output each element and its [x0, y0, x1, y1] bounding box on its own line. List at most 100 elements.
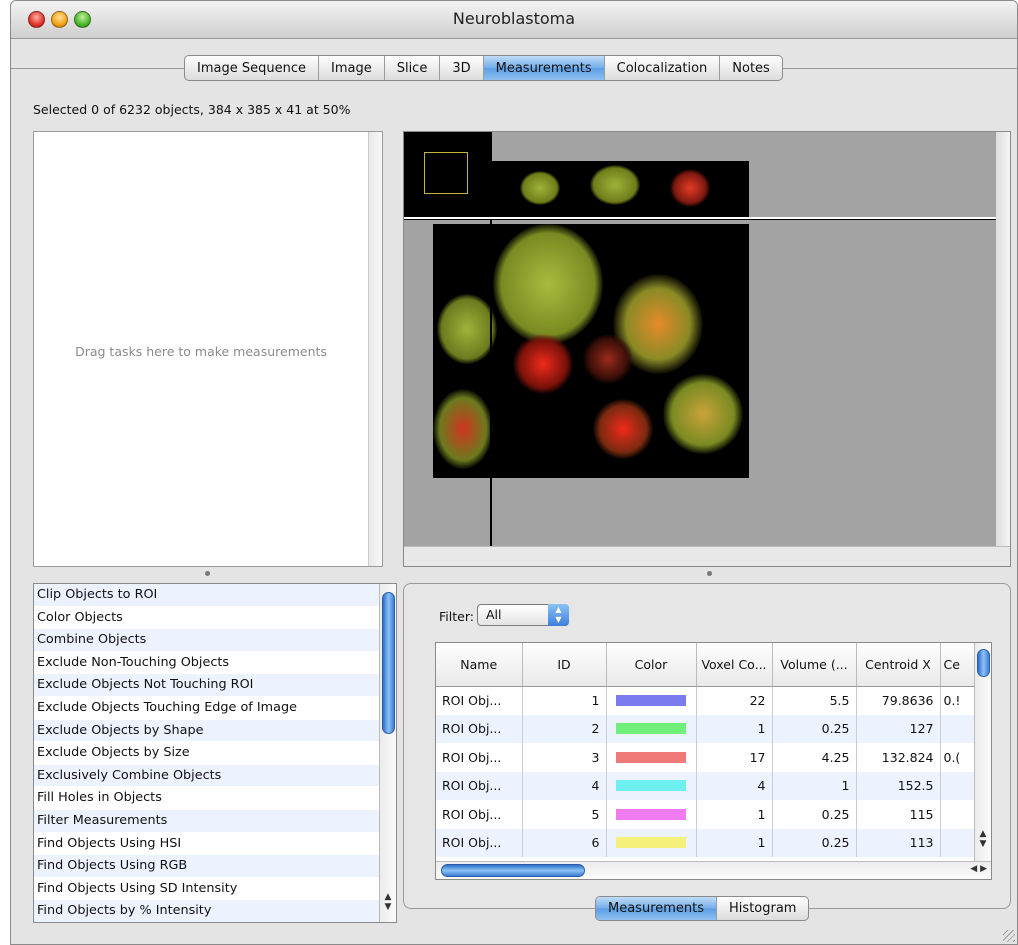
column-header-centroid-y[interactable]: Ce	[940, 643, 975, 687]
crosshair-horizontal-shadow	[404, 219, 1010, 220]
task-item[interactable]: Combine Objects	[34, 629, 396, 652]
drop-zone-hint: Drag tasks here to make measurements	[75, 344, 327, 359]
color-swatch	[616, 723, 686, 735]
filter-select[interactable]: All ▲ ▼	[477, 604, 569, 626]
column-header-color[interactable]: Color	[606, 643, 697, 687]
measurements-table: Name ID Color Voxel Co... Volume (... Ce…	[435, 642, 992, 880]
task-item[interactable]: Exclude Objects by Size	[34, 742, 396, 765]
cell-name: ROI Obj...	[436, 771, 523, 800]
task-list-items: Clip Objects to ROI Color Objects Combin…	[34, 584, 396, 922]
table-horizontal-scrollbar[interactable]: ◀ ▶	[436, 861, 991, 879]
cell-name: ROI Obj...	[436, 686, 523, 715]
cell-centroid-y: 0.(	[940, 743, 975, 772]
tab-3d[interactable]: 3D	[440, 56, 484, 80]
task-item[interactable]: Exclusively Combine Objects	[34, 764, 396, 788]
task-item[interactable]: Find Objects Using HSI	[34, 833, 396, 856]
tab-image[interactable]: Image	[319, 56, 385, 80]
task-item[interactable]: Color Objects	[34, 607, 396, 630]
task-list-scroll-arrows[interactable]: ▲ ▼	[380, 892, 396, 922]
cell-color	[606, 828, 697, 857]
cell-voxel-count: 1	[696, 800, 773, 829]
task-item[interactable]: Find Objects Using RGB	[34, 855, 396, 878]
cell-voxel-count: 1	[696, 714, 773, 743]
segment-measurements[interactable]: Measurements	[596, 897, 718, 920]
table-horizontal-scroll-thumb[interactable]	[441, 864, 585, 877]
tab-slice[interactable]: Slice	[385, 56, 441, 80]
table-vertical-scroll-arrows[interactable]: ▲ ▼	[975, 829, 991, 859]
column-header-name[interactable]: Name	[436, 643, 523, 687]
view-mode-segmented-control: Measurements Histogram	[595, 896, 810, 921]
cell-id: 5	[522, 800, 607, 829]
task-item[interactable]: Exclude Non-Touching Objects	[34, 652, 396, 675]
table-row[interactable]: ROI Obj... 1 22 5.5 79.8636 0.!	[436, 686, 975, 715]
cell-centroid-y: 0.!	[940, 686, 975, 715]
cell-color	[606, 800, 697, 829]
cell-name: ROI Obj...	[436, 743, 523, 772]
task-list-scrollbar[interactable]: ▲ ▼	[379, 584, 396, 922]
viewer-horizontal-scrollbar[interactable]	[404, 546, 1010, 566]
cell-voxel-count: 17	[696, 743, 773, 772]
crosshair-vertical[interactable]	[490, 132, 492, 566]
filter-select-value: All	[486, 607, 502, 622]
cell-volume: 0.25	[772, 828, 857, 857]
table-row[interactable]: ROI Obj... 5 1 0.25 115	[436, 800, 975, 829]
table-row[interactable]: ROI Obj... 4 4 1 152.5	[436, 771, 975, 800]
segment-histogram[interactable]: Histogram	[717, 897, 808, 920]
task-item[interactable]: Find Objects by % Intensity	[34, 900, 396, 922]
image-slice-view[interactable]	[433, 224, 749, 478]
cell-centroid-y	[940, 828, 975, 857]
cell-id: 2	[522, 714, 607, 743]
task-item[interactable]: Filter Measurements	[34, 809, 396, 833]
task-list-scroll-thumb[interactable]	[382, 592, 395, 734]
drop-zone-scrollbar[interactable]	[368, 132, 382, 566]
resize-grip-icon[interactable]	[1003, 930, 1015, 942]
column-header-volume[interactable]: Volume (...	[772, 643, 857, 687]
table-horizontal-scroll-arrows[interactable]: ◀ ▶	[970, 864, 987, 874]
image-top-strip	[490, 161, 749, 217]
color-swatch	[616, 695, 686, 706]
filter-label: Filter:	[439, 609, 474, 624]
measurement-drop-zone[interactable]: Drag tasks here to make measurements	[33, 131, 383, 567]
cell-volume: 4.25	[772, 743, 857, 772]
cell-centroid-y	[940, 771, 975, 800]
select-arrows-icon: ▲ ▼	[548, 604, 569, 626]
table-vertical-scrollbar[interactable]: ▲ ▼	[974, 643, 991, 863]
table-row[interactable]: ROI Obj... 3 17 4.25 132.824 0.(	[436, 743, 975, 772]
right-splitter-handle[interactable]	[707, 571, 712, 576]
cell-centroid-x: 79.8636	[856, 686, 941, 715]
column-header-centroid-x[interactable]: Centroid X	[856, 643, 941, 687]
task-item[interactable]: Exclude Objects Not Touching ROI	[34, 674, 396, 697]
color-swatch	[616, 808, 686, 820]
color-swatch	[616, 780, 686, 792]
table-vertical-scroll-thumb[interactable]	[977, 649, 990, 677]
tab-measurements[interactable]: Measurements	[483, 56, 605, 80]
app-window: Neuroblastoma Image Sequence Image Slice…	[10, 0, 1018, 945]
task-item[interactable]: Clip Objects to ROI	[34, 584, 396, 607]
task-item[interactable]: Exclude Objects Touching Edge of Image	[34, 697, 396, 720]
tab-image-sequence[interactable]: Image Sequence	[185, 56, 319, 80]
cell-centroid-y	[940, 800, 975, 829]
table-header-row: Name ID Color Voxel Co... Volume (... Ce…	[436, 643, 975, 687]
left-splitter-handle[interactable]	[205, 571, 210, 576]
cell-name: ROI Obj...	[436, 714, 523, 743]
title-bar: Neuroblastoma	[11, 1, 1017, 39]
task-item[interactable]: Find Objects Using SD Intensity	[34, 878, 396, 901]
task-item[interactable]: Exclude Objects by Shape	[34, 719, 396, 743]
column-header-id[interactable]: ID	[522, 643, 607, 687]
tab-notes[interactable]: Notes	[720, 56, 782, 80]
cell-volume: 5.5	[772, 686, 857, 715]
cell-centroid-x: 115	[856, 800, 941, 829]
cell-volume: 0.25	[772, 800, 857, 829]
navigator-viewport-box[interactable]	[424, 152, 468, 194]
selection-status: Selected 0 of 6232 objects, 384 x 385 x …	[33, 102, 351, 117]
table-row[interactable]: ROI Obj... 2 1 0.25 127	[436, 714, 975, 743]
task-item[interactable]: Fill Holes in Objects	[34, 787, 396, 810]
cell-id: 1	[522, 686, 607, 715]
table-row[interactable]: ROI Obj... 6 1 0.25 113	[436, 828, 975, 857]
navigator-thumbnail[interactable]	[404, 132, 490, 218]
image-viewer[interactable]	[403, 131, 1011, 567]
viewer-vertical-scrollbar[interactable]	[996, 132, 1010, 546]
tab-colocalization[interactable]: Colocalization	[605, 56, 721, 80]
cell-color	[606, 714, 697, 743]
column-header-voxel-count[interactable]: Voxel Co...	[696, 643, 773, 687]
